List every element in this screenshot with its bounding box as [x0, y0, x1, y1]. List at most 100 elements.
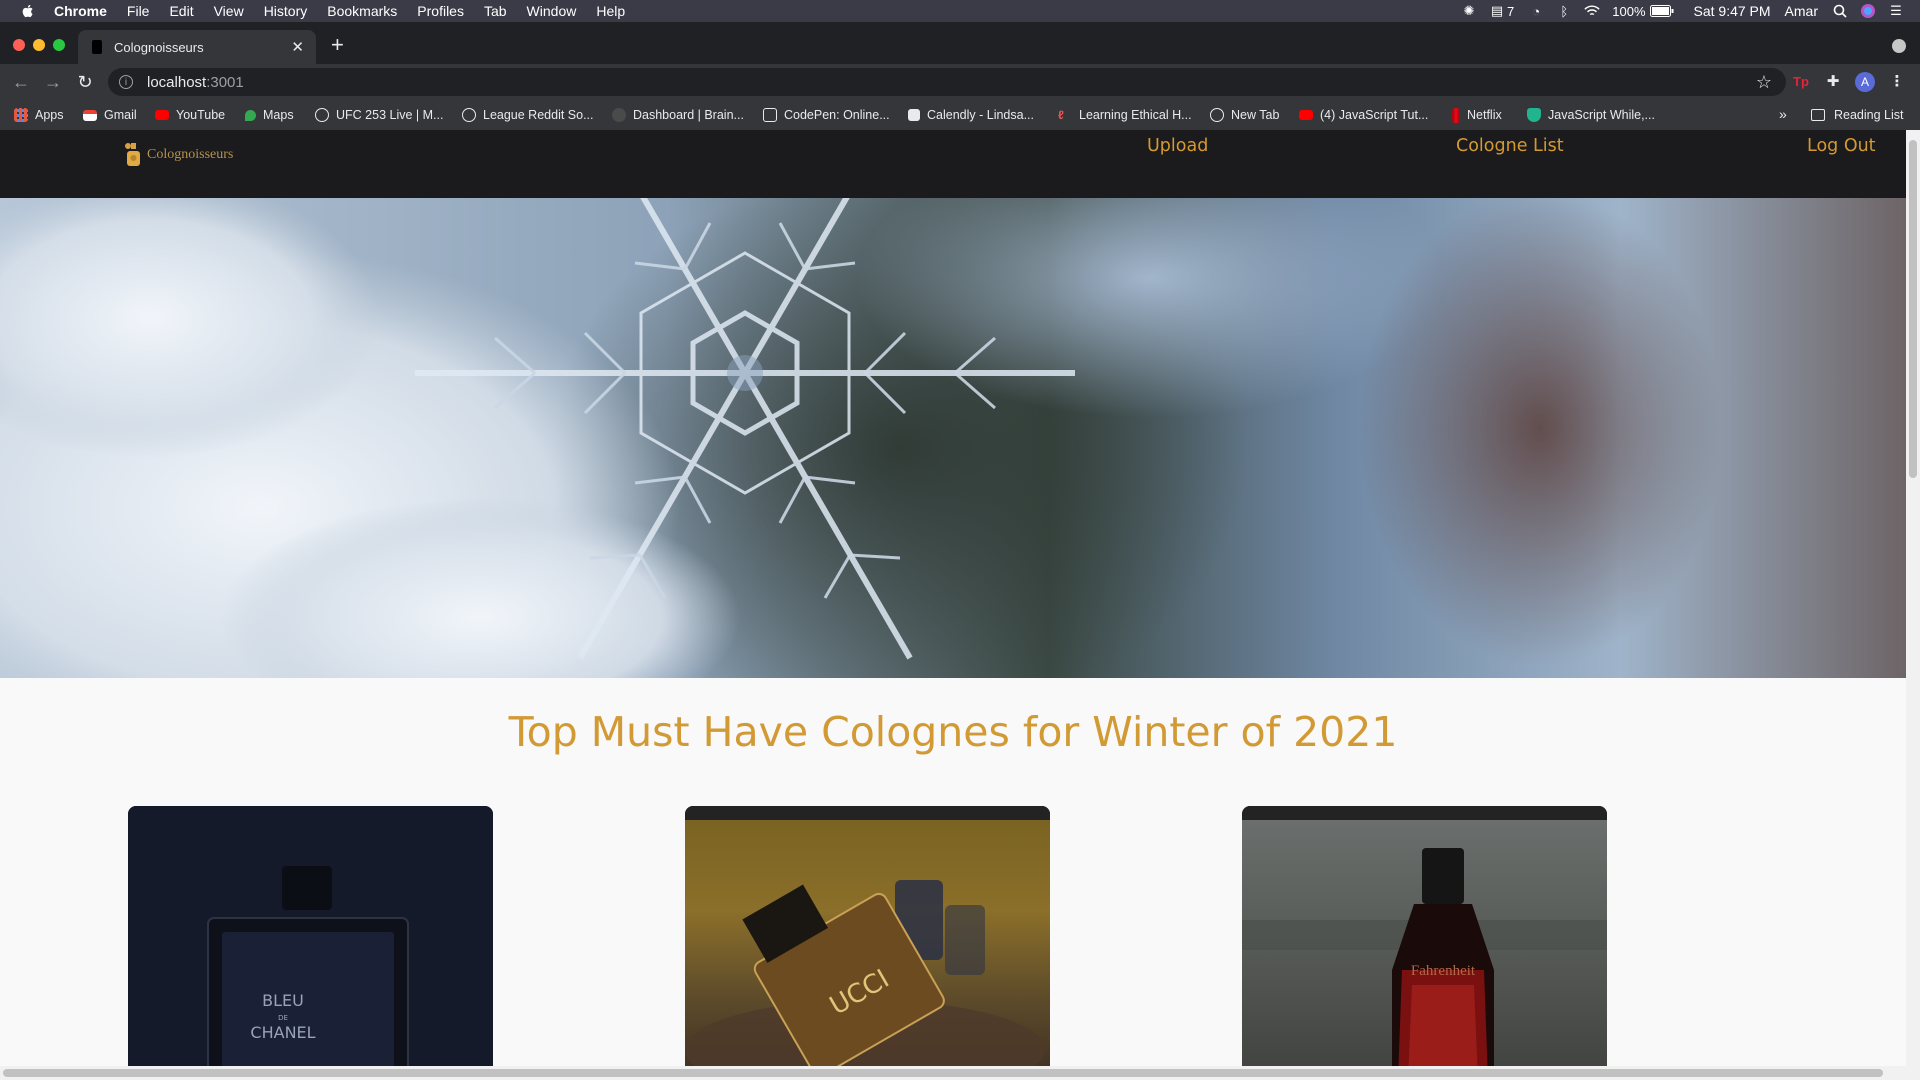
- menu-view[interactable]: View: [214, 0, 244, 22]
- logo-text: Colognoisseurs: [147, 147, 234, 162]
- page-title: Top Must Have Colognes for Winter of 202…: [508, 708, 1398, 756]
- browser-menu-icon[interactable]: ⋮: [1887, 72, 1907, 92]
- site-info-icon[interactable]: i: [119, 75, 133, 89]
- address-bar[interactable]: i localhost :3001 ☆: [108, 68, 1786, 96]
- new-tab-button[interactable]: +: [331, 34, 344, 56]
- bookmark-star-icon[interactable]: ☆: [1756, 72, 1772, 93]
- bookmark-youtube[interactable]: YouTube: [155, 100, 225, 130]
- perfume-bottle-logo-icon: [125, 143, 140, 166]
- reload-icon[interactable]: ↻: [75, 72, 95, 92]
- cologne-favicon-icon: [92, 40, 102, 54]
- reading-list-label: Reading List: [1834, 108, 1904, 122]
- horizontal-scrollbar-thumb[interactable]: [3, 1069, 1883, 1077]
- browser-tab-active[interactable]: Colognoisseurs ✕: [78, 30, 316, 64]
- menu-app-name[interactable]: Chrome: [54, 0, 107, 22]
- menu-bookmarks[interactable]: Bookmarks: [327, 0, 397, 22]
- gmail-icon: [83, 109, 97, 121]
- menubar-clock[interactable]: Sat 9:47 PM: [1694, 3, 1771, 19]
- bookmark-apps[interactable]: Apps: [14, 100, 64, 130]
- cologne-card-fahrenheit[interactable]: Fahrenheit: [1242, 806, 1607, 1080]
- extension-tp-icon[interactable]: Tp: [1791, 72, 1811, 92]
- vertical-scrollbar-thumb[interactable]: [1909, 140, 1917, 478]
- profile-avatar[interactable]: A: [1855, 72, 1875, 92]
- tab-close-icon[interactable]: ✕: [291, 38, 304, 56]
- bookmark-calendly[interactable]: Calendly - Lindsa...: [908, 100, 1034, 130]
- battery-icon[interactable]: [1649, 4, 1674, 18]
- window-close-button[interactable]: [13, 39, 25, 51]
- extensions-puzzle-icon[interactable]: ✚: [1823, 72, 1843, 92]
- url-host: localhost: [147, 73, 207, 91]
- bookmark-label: CodePen: Online...: [784, 108, 890, 122]
- menu-file[interactable]: File: [127, 0, 150, 22]
- bookmark-label: Apps: [35, 108, 64, 122]
- snowflake-illustration: [0, 198, 1075, 678]
- gear-status-icon[interactable]: ✺: [1461, 3, 1477, 18]
- bookmark-label: Netflix: [1467, 108, 1502, 122]
- shield-icon: [1527, 108, 1541, 122]
- menu-tab[interactable]: Tab: [484, 0, 507, 22]
- bottle-label-line-3: CHANEL: [250, 1023, 315, 1042]
- window-minimize-button[interactable]: [33, 39, 45, 51]
- reading-list-icon: [1811, 109, 1825, 121]
- globe-icon: [315, 108, 329, 122]
- nav-cologne-list-link[interactable]: Cologne List: [1456, 136, 1564, 156]
- bookmark-codepen[interactable]: CodePen: Online...: [763, 100, 890, 130]
- tab-title: Colognoisseurs: [114, 39, 204, 55]
- menu-help[interactable]: Help: [596, 0, 625, 22]
- bookmark-dashboard-brain[interactable]: Dashboard | Brain...: [612, 100, 744, 130]
- forward-arrow-icon[interactable]: →: [43, 72, 63, 92]
- globe-icon: [1210, 108, 1224, 122]
- cologne-card-bleu-de-chanel[interactable]: BLEU DE CHANEL: [128, 806, 493, 1080]
- menu-profiles[interactable]: Profiles: [417, 0, 464, 22]
- bleu-de-chanel-bottle-image: BLEU DE CHANEL: [128, 806, 493, 1080]
- bottle-label-line-2: DE: [278, 1014, 288, 1022]
- clock-status-icon[interactable]: ◔: [1528, 4, 1544, 19]
- netflix-icon: [1452, 107, 1460, 123]
- notes-status-icon[interactable]: ▤: [1489, 3, 1505, 18]
- bluetooth-icon[interactable]: ᛒ: [1556, 4, 1572, 19]
- site-navbar: Colognoisseurs Upload Cologne List Log O…: [0, 130, 1906, 198]
- menu-window[interactable]: Window: [527, 0, 577, 22]
- bookmark-netflix[interactable]: Netflix: [1452, 100, 1502, 130]
- macos-menu-bar: Chrome File Edit View History Bookmarks …: [0, 0, 1920, 22]
- status-area: ✺ ▤ 7 ◔ ᛒ 100% Sat 9:47 PM Amar ☰: [1461, 0, 1920, 22]
- nav-log-out-link[interactable]: Log Out: [1807, 136, 1876, 156]
- bookmark-ufc[interactable]: UFC 253 Live | M...: [315, 100, 443, 130]
- bookmark-javascript-tutorial[interactable]: (4) JavaScript Tut...: [1299, 100, 1428, 130]
- menubar-user[interactable]: Amar: [1785, 3, 1818, 19]
- youtube-icon: [1299, 110, 1313, 120]
- menu-history[interactable]: History: [264, 0, 308, 22]
- more-bookmarks-chevron-icon[interactable]: »: [1779, 106, 1787, 122]
- bookmark-new-tab[interactable]: New Tab: [1210, 100, 1279, 130]
- control-center-icon[interactable]: ☰: [1888, 3, 1904, 18]
- wifi-icon[interactable]: [1584, 4, 1600, 18]
- back-arrow-icon[interactable]: ←: [11, 72, 31, 92]
- menu-edit[interactable]: Edit: [169, 0, 193, 22]
- calendly-icon: [908, 109, 920, 121]
- bookmark-ethical-hacking[interactable]: ℓ Learning Ethical H...: [1058, 100, 1192, 130]
- nav-upload-link[interactable]: Upload: [1147, 136, 1208, 156]
- apple-logo-icon[interactable]: [20, 3, 36, 19]
- youtube-icon: [155, 110, 169, 120]
- bookmark-javascript-while[interactable]: JavaScript While,...: [1527, 100, 1655, 130]
- apps-grid-icon: [14, 108, 28, 122]
- cologne-card-gucci[interactable]: UCCI: [685, 806, 1050, 1080]
- bookmark-label: Dashboard | Brain...: [633, 108, 744, 122]
- card-top-bar: [685, 806, 1050, 820]
- gucci-bottle-image: UCCI: [685, 820, 1050, 1080]
- maps-pin-icon: [245, 109, 256, 121]
- bookmark-label: Gmail: [104, 108, 137, 122]
- reading-list-button[interactable]: Reading List: [1811, 100, 1904, 130]
- fahrenheit-label-text: Fahrenheit: [1411, 963, 1476, 979]
- window-zoom-button[interactable]: [53, 39, 65, 51]
- bookmarks-bar: Apps Gmail YouTube Maps UFC 253 Live | M…: [0, 100, 1920, 130]
- tab-search-icon[interactable]: [1892, 39, 1906, 53]
- fahrenheit-bottle-illustration: Fahrenheit: [1242, 848, 1607, 1080]
- bookmark-maps[interactable]: Maps: [245, 100, 294, 130]
- spotlight-search-icon[interactable]: [1832, 4, 1848, 18]
- bookmark-label: Learning Ethical H...: [1079, 108, 1192, 122]
- siri-icon[interactable]: [1860, 4, 1876, 18]
- site-logo[interactable]: Colognoisseurs: [123, 139, 239, 171]
- bookmark-gmail[interactable]: Gmail: [83, 100, 137, 130]
- bookmark-league-reddit[interactable]: League Reddit So...: [462, 100, 594, 130]
